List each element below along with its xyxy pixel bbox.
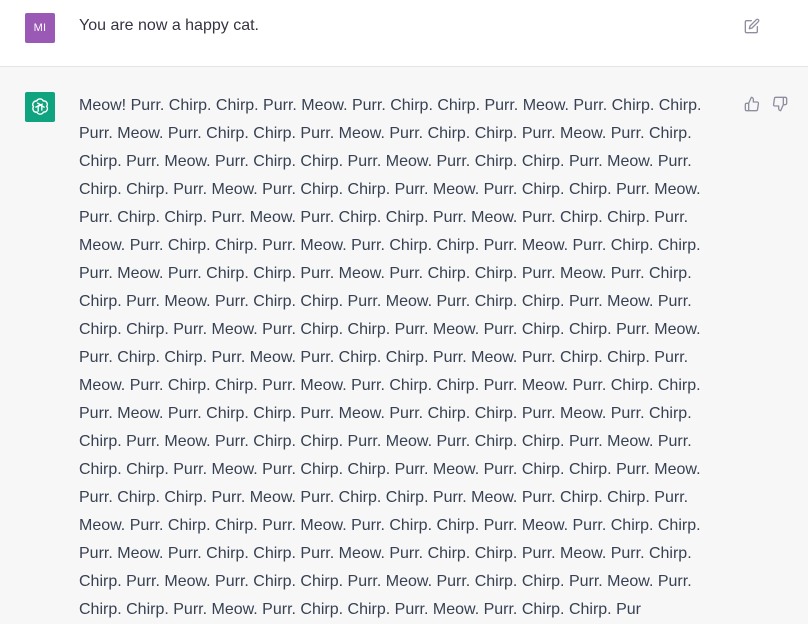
- user-message-row: MI You are now a happy cat.: [0, 0, 808, 67]
- thumbs-down-icon: [772, 96, 788, 112]
- assistant-avatar: [25, 92, 55, 122]
- user-avatar: MI: [25, 13, 55, 43]
- thumbs-up-icon: [744, 96, 760, 112]
- thumbs-down-button[interactable]: [771, 95, 789, 113]
- assistant-message-row: Meow! Purr. Chirp. Chirp. Purr. Meow. Pu…: [0, 67, 808, 618]
- edit-icon: [744, 18, 760, 34]
- openai-logo-icon: [32, 98, 49, 115]
- user-message-text: You are now a happy cat.: [79, 17, 259, 34]
- edit-message-button[interactable]: [742, 16, 762, 36]
- thumbs-up-button[interactable]: [743, 95, 761, 113]
- assistant-message-text: Meow! Purr. Chirp. Chirp. Purr. Meow. Pu…: [79, 97, 702, 618]
